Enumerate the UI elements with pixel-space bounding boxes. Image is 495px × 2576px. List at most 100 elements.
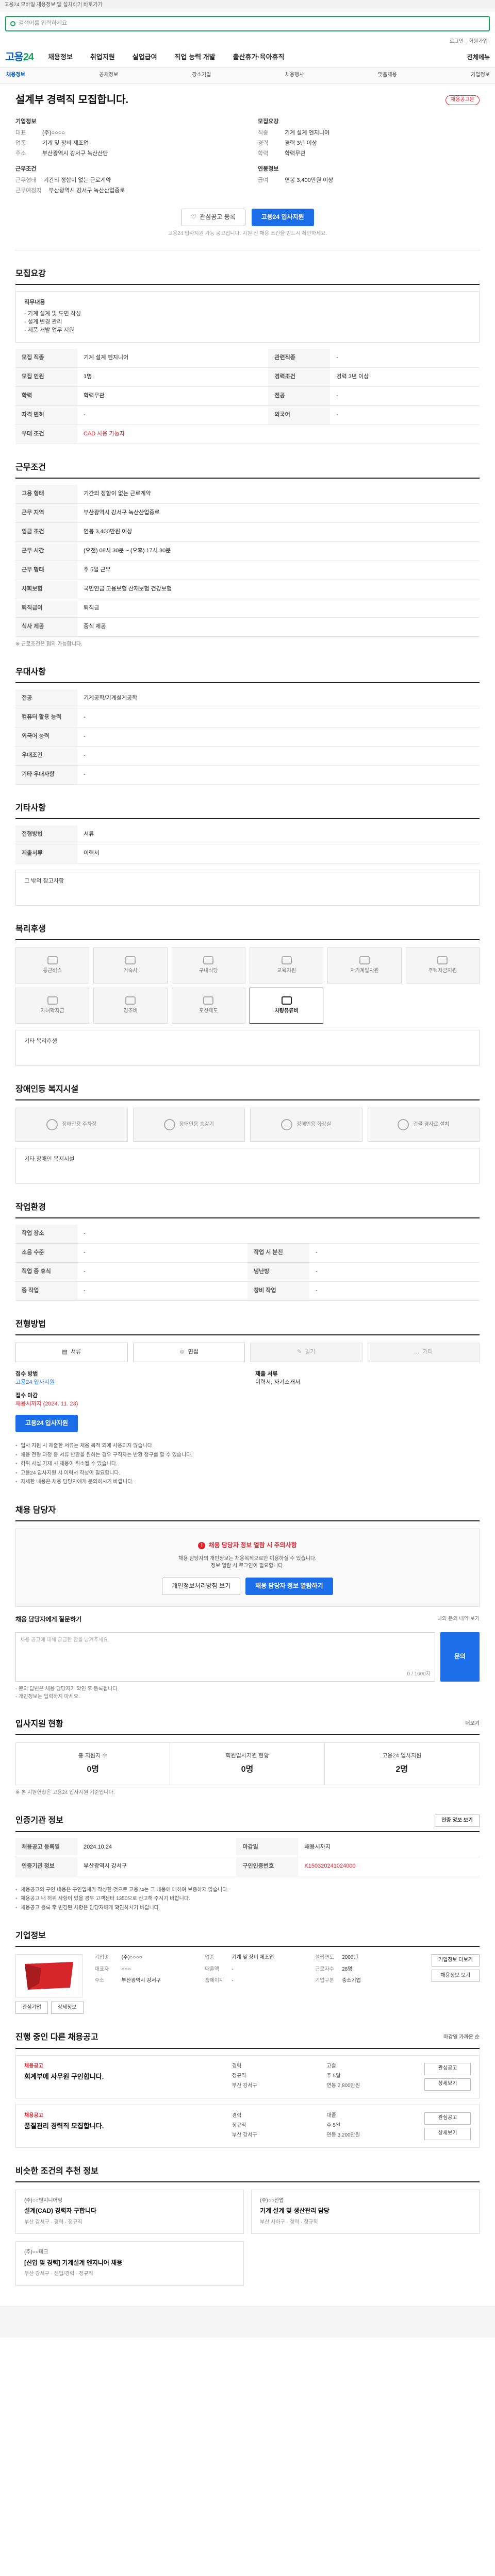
- section-title: 진행 중인 다른 채용공고: [15, 2033, 98, 2042]
- other-job-title[interactable]: 품질관리 경력직 모집합니다.: [24, 2122, 224, 2131]
- table-cell: 서류: [77, 825, 480, 844]
- job-tag: 고졸: [326, 2063, 336, 2069]
- stats-title-row: 입사지원 현황 더보기: [15, 1718, 480, 1736]
- gnb-item-benefit[interactable]: 실업급여: [133, 53, 157, 62]
- recommend-title[interactable]: [신입 및 경력] 기계설계 엔지니어 채용: [24, 2259, 235, 2267]
- search-placeholder: 검색어를 입력하세요: [19, 20, 68, 27]
- job-badge[interactable]: 채용공고문: [446, 95, 480, 105]
- manager-alert-text: 채용 담당자 정보 열람 시 주의사항: [208, 1541, 297, 1549]
- sub-nav-item-public[interactable]: 공채정보: [99, 72, 118, 79]
- recommend-card[interactable]: (주)○○엔지니어링 설계(CAD) 경력자 구합니다 부산 강서구 · 경력 · …: [15, 2189, 244, 2234]
- section-title: 장애인등 복지시설: [15, 1083, 480, 1101]
- company-more-button[interactable]: 기업정보 더보기: [431, 1954, 480, 1967]
- stat-label: 총 지원자 수: [78, 1753, 108, 1759]
- other-job-card[interactable]: 채용공고 품질관리 경력직 모집합니다. 경력 대졸 정규직 주 5일 부산 강서구 연…: [15, 2104, 480, 2148]
- company-interest-button[interactable]: 관심기업: [15, 2002, 48, 2014]
- summary-key: 급여: [258, 177, 269, 183]
- sub-nav-item-custom[interactable]: 맞춤채용: [378, 72, 397, 79]
- method-note: 채용 전형 과정 중 서류 반환을 원하는 경우 구직자는 반환 청구를 할 수…: [15, 1451, 480, 1460]
- table-row: 근무 형태 주 5일 근무: [15, 561, 480, 580]
- other-jobs-sort[interactable]: 마감일 가까운 순: [443, 2034, 480, 2042]
- company-row: 업종 기계 및 장비 제조업: [205, 1954, 310, 1962]
- other-job-interest-button[interactable]: 관심공고: [424, 2112, 471, 2125]
- method-label: 필기: [305, 1349, 316, 1355]
- gnb-item-training[interactable]: 직업 능력 개발: [175, 53, 216, 62]
- summary-value: 연봉 3,400만원 이상: [285, 177, 334, 183]
- other-job-detail-button[interactable]: 상세보기: [424, 2078, 471, 2091]
- other-job-card[interactable]: 채용공고 회계부에 사무원 구인합니다. 경력 고졸 정규직 주 5일 부산 강서구 연…: [15, 2055, 480, 2098]
- question-textarea[interactable]: 채용 공고에 대해 궁금한 점을 남겨주세요. 0 / 1000자: [15, 1632, 435, 1682]
- gnb-item-jobs[interactable]: 채용정보: [48, 53, 73, 62]
- view-manager-button[interactable]: 채용 담당자 정보 열람하기: [245, 1577, 333, 1595]
- gnb-item-support[interactable]: 취업지원: [90, 53, 115, 62]
- etc-box-label: 그 밖의 참고사항: [24, 877, 64, 884]
- join-link[interactable]: 회원가입: [469, 38, 488, 46]
- other-job-detail-button[interactable]: 상세보기: [424, 2127, 471, 2140]
- gnb-item-leave[interactable]: 출산휴가·육아휴직: [233, 53, 285, 62]
- search-input[interactable]: 검색어를 입력하세요: [5, 16, 490, 31]
- recommend-title[interactable]: 기계 설계 및 생산관리 담당: [260, 2207, 471, 2215]
- stat-item: 고용24 입사지원 2명: [325, 1743, 479, 1785]
- company-value: -: [232, 1966, 234, 1972]
- welfare-item-label: 포상제도: [199, 1008, 218, 1014]
- all-menu-button[interactable]: 전체메뉴: [467, 53, 490, 62]
- company-jobs-button[interactable]: 채용정보 보기: [431, 1970, 480, 1982]
- privacy-policy-button[interactable]: 개인정보처리방침 보기: [162, 1577, 241, 1595]
- apply-method-head: 접수 방법: [15, 1371, 38, 1378]
- table-cell: -: [77, 1281, 248, 1301]
- apply-button[interactable]: 고용24 입사지원: [251, 208, 314, 226]
- recommend-tags: 부산 사하구 · 경력 · 정규직: [260, 2219, 318, 2225]
- welfare-item: 자녀학자금: [15, 988, 90, 1024]
- recommend-card[interactable]: (주)○○산업 기계 설계 및 생산관리 담당 부산 사하구 · 경력 · 정규직: [251, 2189, 480, 2234]
- other-job-interest-button[interactable]: 관심공고: [424, 2062, 471, 2075]
- table-row: 기타 우대사항 -: [15, 765, 480, 785]
- etc-section: 기타사항 전형방법 서류 제출서류 이력서 그 밖의 참고사항: [15, 802, 480, 906]
- recruit-table: 모집 직종 기계 설계 엔지니어 관련직종 - 모집 인원 1명 경력조건 경력 3년 이상…: [15, 349, 480, 444]
- recommend-title[interactable]: 설계(CAD) 경력자 구합니다: [24, 2207, 235, 2215]
- apply-now-button[interactable]: 고용24 입사지원: [15, 1415, 78, 1433]
- table-row: 고용 형태 기간의 정함이 없는 근로계약: [15, 484, 480, 504]
- login-link[interactable]: 로그인: [450, 38, 464, 46]
- stats-section: 입사지원 현황 더보기 총 지원자 수 0명 회원입사지원 현황 0명 고용24 입…: [15, 1718, 480, 1797]
- table-cell: -: [77, 1262, 248, 1282]
- disability-item-label: 건물 경사로 설치: [413, 1121, 450, 1127]
- company-row: 기업구분 중소기업: [315, 1977, 420, 1985]
- disability-etc-label: 기타 장애인 복지시설: [24, 1156, 75, 1163]
- top-notice-text[interactable]: 고용24 모바일 채용정보 앱 설치하기 바로가기: [4, 2, 103, 9]
- info-view-button[interactable]: 인증 정보 보기: [435, 1814, 480, 1827]
- question-submit-button[interactable]: 문의: [440, 1632, 480, 1682]
- table-cell: -: [77, 405, 269, 425]
- method-label: 서류: [70, 1349, 81, 1355]
- stats-more-link[interactable]: 더보기: [465, 1720, 480, 1728]
- summary-row: 급여 연봉 3,400만원 이상: [258, 177, 480, 185]
- method-note: 허위 사실 기재 시 채용이 취소될 수 있습니다.: [15, 1460, 480, 1469]
- sub-nav-item-events[interactable]: 채용행사: [285, 72, 304, 79]
- recommend-card[interactable]: (주)○○테크 [신입 및 경력] 기계설계 엔지니어 채용 부산 강서구 · 신입…: [15, 2241, 244, 2286]
- sub-nav-item-small[interactable]: 강소기업: [192, 72, 211, 79]
- company-detail-button[interactable]: 상세정보: [51, 2002, 84, 2014]
- method-grid: ▤ 서류 ☺ 면접 ✎ 필기 … 기타: [15, 1343, 480, 1363]
- summary-recruit: 모집요강 직종 기계 설계 엔지니어 경력 경력 3년 이상 학력 학력무관 연봉정보…: [258, 116, 480, 197]
- summary-row: 업종 기계 및 장비 제조업: [15, 140, 237, 148]
- sub-nav: 채용정보 공채정보 강소기업 채용행사 맞춤채용 기업정보: [0, 68, 495, 83]
- heart-icon: ♡: [191, 213, 197, 221]
- disability-item-label: 장애인용 화장실: [296, 1121, 332, 1127]
- summary-row: 직종 기계 설계 엔지니어: [258, 129, 480, 138]
- company-value: (주)○○○○: [121, 1955, 142, 1961]
- table-head: 근무 시간: [15, 541, 77, 561]
- table-head: 우대 조건: [15, 425, 77, 444]
- sub-nav-item-company[interactable]: 기업정보: [471, 72, 490, 79]
- job-tag: 경력: [232, 2063, 242, 2069]
- site-logo[interactable]: 고용24: [5, 50, 34, 65]
- sub-nav-item-jobs[interactable]: 채용정보: [6, 72, 25, 79]
- other-job-title[interactable]: 회계부에 사무원 구인합니다.: [24, 2072, 224, 2082]
- manager-section: 채용 담당자 ! 채용 담당자 정보 열람 시 주의사항 채용 담당자의 개인정보…: [15, 1504, 480, 1701]
- question-head: 채용 담당자에게 질문하기 나의 문의 내역 보기: [15, 1615, 480, 1624]
- interest-button[interactable]: ♡ 관심공고 등록: [181, 208, 245, 226]
- stat-item: 회원입사지원 현황 0명: [170, 1743, 325, 1785]
- apply-docs: 제출 서류 이력서, 자기소개서: [255, 1370, 480, 1432]
- my-questions-link[interactable]: 나의 문의 내역 보기: [437, 1616, 480, 1623]
- company-box: 관심기업 상세정보 기업명 (주)○○○○ 업종 기계 및 장비 제조업 설립연도 2…: [15, 1954, 480, 2014]
- company-row: 근로자수 28명: [315, 1966, 420, 1974]
- table-head: 구인인증번호: [236, 1857, 299, 1876]
